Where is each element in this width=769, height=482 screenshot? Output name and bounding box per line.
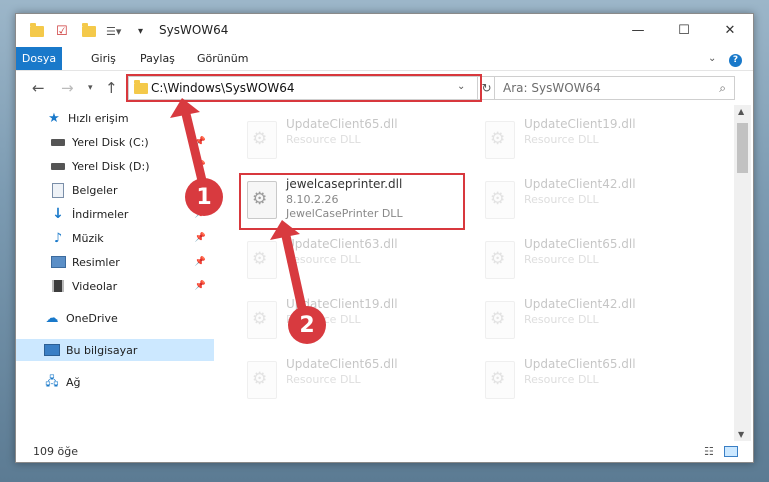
step-marker-1: 1 (185, 178, 223, 216)
arrow-1-head (170, 98, 200, 118)
arrow-2-head (270, 220, 300, 240)
step-marker-2: 2 (288, 306, 326, 344)
annotation-arrows (170, 98, 310, 327)
